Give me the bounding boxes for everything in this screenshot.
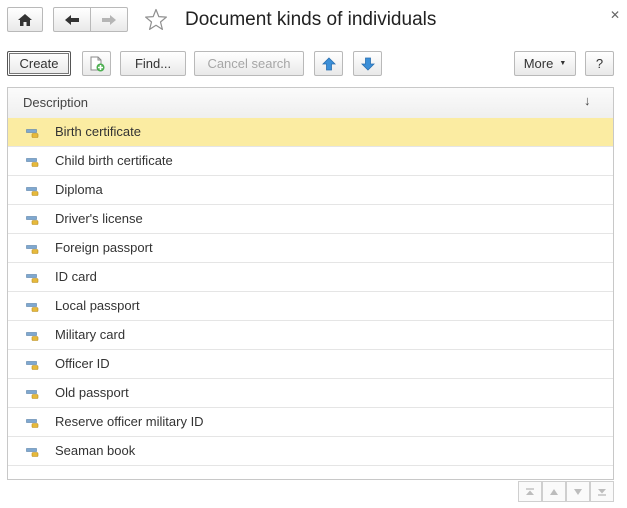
cancel-search-button[interactable]: Cancel search bbox=[194, 51, 304, 76]
catalog-item-icon bbox=[26, 245, 39, 254]
page-title: Document kinds of individuals bbox=[185, 9, 437, 30]
list-item[interactable]: Old passport bbox=[8, 379, 613, 408]
find-button[interactable]: Find... bbox=[120, 51, 186, 76]
column-header-description[interactable]: Description bbox=[23, 95, 88, 110]
catalog-item-icon bbox=[26, 158, 39, 167]
catalog-item-icon bbox=[26, 419, 39, 428]
catalog-item-icon bbox=[26, 216, 39, 225]
arrow-right-icon bbox=[102, 14, 116, 25]
list-item[interactable]: Seaman book bbox=[8, 437, 613, 466]
list-item-label: Old passport bbox=[55, 385, 129, 400]
sort-descending-icon: ↓ bbox=[584, 93, 591, 108]
list-item-label: Driver's license bbox=[55, 211, 143, 226]
list-item-label: Foreign passport bbox=[55, 240, 153, 255]
document-kinds-list[interactable]: Description ↓ Birth certificate Child bir… bbox=[7, 87, 614, 480]
back-button[interactable] bbox=[53, 7, 91, 32]
create-button-label: Create bbox=[19, 56, 59, 71]
scroll-to-last-button[interactable] bbox=[590, 481, 614, 502]
list-item[interactable]: Military card bbox=[8, 321, 613, 350]
list-item[interactable]: Driver's license bbox=[8, 205, 613, 234]
create-copy-icon bbox=[90, 56, 104, 71]
catalog-item-icon bbox=[26, 129, 39, 138]
last-page-icon bbox=[598, 488, 606, 496]
find-button-label: Find... bbox=[134, 56, 172, 71]
catalog-item-icon bbox=[26, 274, 39, 283]
scroll-to-first-button[interactable] bbox=[518, 481, 542, 502]
catalog-item-icon bbox=[26, 332, 39, 341]
catalog-item-icon bbox=[26, 361, 39, 370]
cancel-search-button-label: Cancel search bbox=[207, 56, 291, 71]
list-item[interactable]: Local passport bbox=[8, 292, 613, 321]
catalog-item-icon bbox=[26, 187, 39, 196]
home-icon bbox=[18, 13, 32, 26]
list-item-label: Diploma bbox=[55, 182, 103, 197]
down-triangle-icon bbox=[574, 488, 582, 495]
move-up-button[interactable] bbox=[314, 51, 343, 76]
create-copy-button[interactable] bbox=[82, 51, 111, 76]
home-button[interactable] bbox=[7, 7, 43, 32]
list-item[interactable]: Reserve officer military ID bbox=[8, 408, 613, 437]
list-item-label: Reserve officer military ID bbox=[55, 414, 204, 429]
catalog-item-icon bbox=[26, 448, 39, 457]
more-button-label: More bbox=[523, 56, 554, 71]
list-item[interactable]: Birth certificate bbox=[8, 118, 613, 147]
first-page-icon bbox=[526, 487, 534, 495]
list-header[interactable]: Description ↓ bbox=[8, 88, 613, 119]
list-item[interactable]: Foreign passport bbox=[8, 234, 613, 263]
up-triangle-icon bbox=[550, 488, 558, 495]
list-item-label: Officer ID bbox=[55, 356, 110, 371]
dropdown-triangle-icon: ▼ bbox=[559, 60, 567, 67]
list-item[interactable]: Child birth certificate bbox=[8, 147, 613, 176]
create-button[interactable]: Create bbox=[7, 51, 71, 76]
forward-button[interactable] bbox=[90, 7, 128, 32]
list-item-label: Birth certificate bbox=[55, 124, 141, 139]
more-button[interactable]: More ▼ bbox=[514, 51, 576, 76]
catalog-item-icon bbox=[26, 390, 39, 399]
move-down-button[interactable] bbox=[353, 51, 382, 76]
list-item-label: Local passport bbox=[55, 298, 140, 313]
list-item[interactable]: Officer ID bbox=[8, 350, 613, 379]
list-item[interactable]: ID card bbox=[8, 263, 613, 292]
arrow-up-icon bbox=[321, 56, 336, 70]
help-button[interactable]: ? bbox=[585, 51, 614, 76]
star-icon[interactable] bbox=[144, 8, 168, 32]
scroll-down-button[interactable] bbox=[566, 481, 590, 502]
list-item-label: Military card bbox=[55, 327, 126, 342]
arrow-left-icon bbox=[65, 14, 79, 25]
close-icon[interactable]: ✕ bbox=[610, 8, 620, 22]
catalog-item-icon bbox=[26, 303, 39, 312]
scroll-up-button[interactable] bbox=[542, 481, 566, 502]
list-item[interactable]: Diploma bbox=[8, 176, 613, 205]
help-button-label: ? bbox=[595, 56, 604, 71]
arrow-down-icon bbox=[360, 57, 375, 71]
list-item-label: Seaman book bbox=[55, 443, 136, 458]
list-item-label: ID card bbox=[55, 269, 97, 284]
list-item-label: Child birth certificate bbox=[55, 153, 173, 168]
